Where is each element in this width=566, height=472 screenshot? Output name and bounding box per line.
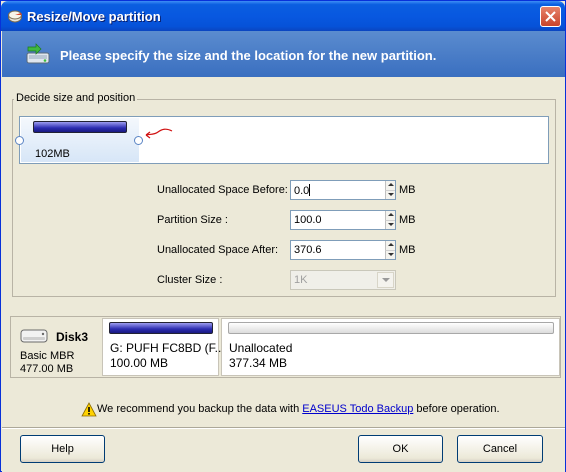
before-label: Unallocated Space Before: [157,184,288,196]
unallocated-name: Unallocated [229,341,293,355]
partition-name: G: PUFH FC8BD (F... [110,341,225,355]
size-input[interactable]: 100.0 [290,210,396,230]
header-banner: Please specify the size and the location… [2,31,565,77]
hard-disk-icon [20,329,48,343]
resize-handle-right[interactable] [134,136,143,145]
window-title: Resize/Move partition [27,9,161,24]
disk-map: Disk3 Basic MBR 477.00 MB G: PUFH FC8BD … [10,316,561,378]
before-row: Unallocated Space Before: 0.0 MB [157,180,447,200]
separator [2,427,565,429]
warning-suffix: before operation. [413,403,500,415]
partition-tool-icon [8,10,22,23]
group-label: Decide size and position [14,92,138,104]
dialog-content: Decide size and position 102MB Unallocat… [2,77,565,472]
unallocated-bar [228,322,554,334]
disk-type: Basic MBR [20,350,75,362]
after-unit: MB [399,244,416,256]
disk-info[interactable]: Disk3 Basic MBR 477.00 MB [11,317,101,377]
cluster-label: Cluster Size : [157,274,223,286]
partition-size: 100.00 MB [110,356,169,370]
cluster-size-select[interactable]: 1K [290,270,396,290]
after-down-button[interactable] [385,250,395,259]
banner-text: Please specify the size and the location… [60,48,437,63]
before-down-button[interactable] [385,190,395,199]
warning-prefix: We recommend you backup the data with [97,403,303,415]
disk-name: Disk3 [56,330,89,344]
disk-move-icon [26,43,50,64]
chevron-down-icon[interactable] [377,272,394,288]
cluster-value: 1K [294,274,308,286]
before-up-button[interactable] [385,181,395,190]
size-value: 100.0 [294,214,322,226]
before-input[interactable]: 0.0 [290,180,396,200]
partition-track[interactable]: 102MB [15,116,549,164]
size-up-button[interactable] [385,211,395,220]
after-input[interactable]: 370.6 [290,240,396,260]
partition-usage-bar [109,322,213,334]
after-label: Unallocated Space After: [157,244,279,256]
unallocated-size: 377.34 MB [229,356,288,370]
todo-backup-link[interactable]: EASEUS Todo Backup [302,403,413,415]
size-row: Partition Size : 100.0 MB [157,210,447,230]
after-up-button[interactable] [385,241,395,250]
after-value: 370.6 [294,244,322,256]
size-down-button[interactable] [385,220,395,229]
partition-block-size: 102MB [35,148,70,160]
after-row: Unallocated Space After: 370.6 MB [157,240,447,260]
title-bar[interactable]: Resize/Move partition [1,1,565,31]
size-unit: MB [399,214,416,226]
before-unit: MB [399,184,416,196]
ok-button[interactable]: OK [358,435,443,463]
size-label: Partition Size : [157,214,228,226]
before-value: 0.0 [294,185,310,197]
partition-block[interactable]: 102MB [21,118,139,162]
close-icon [545,11,556,22]
cluster-row: Cluster Size : 1K [157,270,447,290]
disk-partition-g[interactable]: G: PUFH FC8BD (F... 100.00 MB [102,318,225,376]
partition-bar [33,121,127,133]
disk-size: 477.00 MB [20,363,74,375]
text-caret [309,184,311,196]
help-button[interactable]: Help [20,435,105,463]
warning-triangle-icon [81,402,97,417]
disk-partition-unallocated[interactable]: Unallocated 377.34 MB [221,318,560,376]
close-button[interactable] [540,6,561,27]
resize-move-dialog: Resize/Move partition Please specify the… [0,0,566,472]
red-arrow-annotation [145,128,173,139]
cancel-button[interactable]: Cancel [457,435,543,463]
size-position-group: Decide size and position 102MB Unallocat… [12,92,556,297]
resize-handle-left[interactable] [15,136,24,145]
